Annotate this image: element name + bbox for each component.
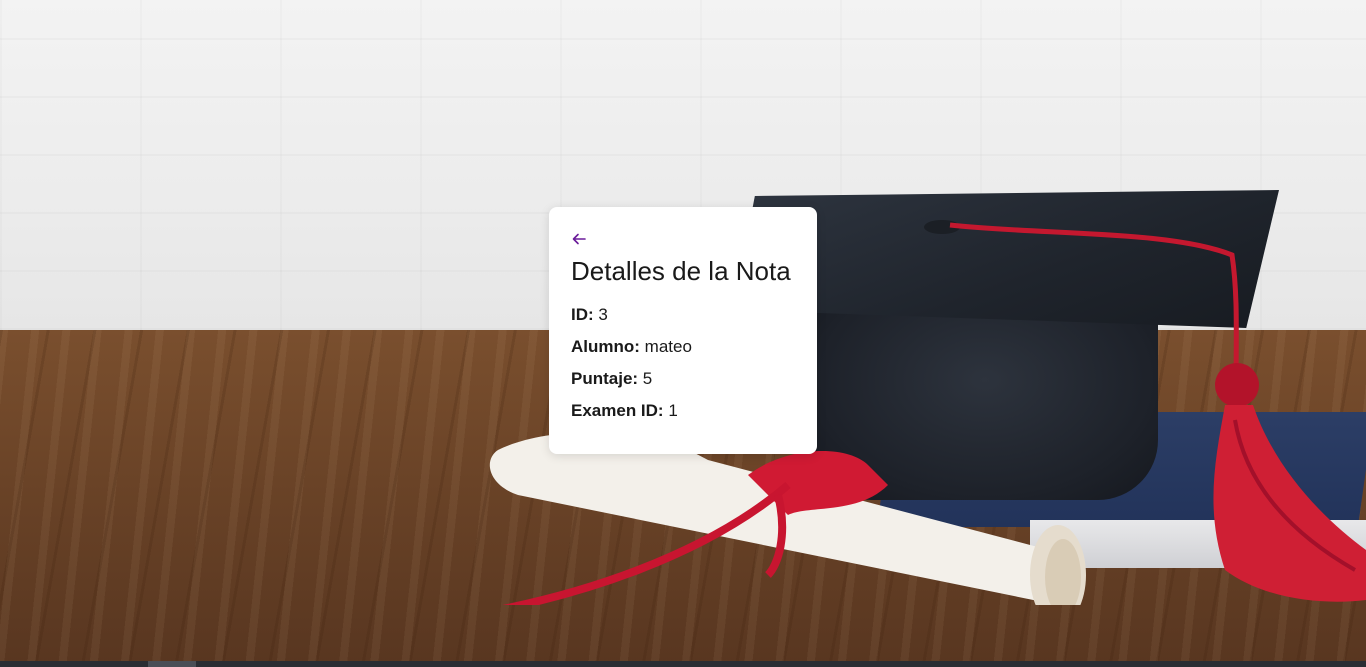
- detail-row-id: ID: 3: [571, 304, 795, 326]
- detail-row-student: Alumno: mateo: [571, 336, 795, 358]
- detail-label-id: ID:: [571, 305, 594, 324]
- horizontal-scrollbar[interactable]: [0, 661, 1366, 667]
- scrollbar-thumb[interactable]: [148, 661, 196, 667]
- note-details-card: Detalles de la Nota ID: 3 Alumno: mateo …: [549, 207, 817, 454]
- graduation-cap-tassel: [1213, 363, 1366, 602]
- detail-label-student: Alumno:: [571, 337, 640, 356]
- detail-value-score: 5: [642, 369, 653, 388]
- detail-value-exam-id: 1: [668, 401, 678, 420]
- detail-row-score: Puntaje: 5: [571, 368, 795, 390]
- detail-label-exam-id: Examen ID:: [571, 401, 664, 420]
- back-button[interactable]: [571, 231, 587, 247]
- detail-value-student: mateo: [644, 337, 692, 356]
- graduation-cap-cord: [924, 220, 1239, 396]
- detail-row-exam-id: Examen ID: 1: [571, 400, 795, 422]
- card-title: Detalles de la Nota: [571, 256, 791, 286]
- arrow-left-icon: [572, 233, 586, 245]
- detail-label-score: Puntaje:: [571, 369, 639, 388]
- detail-value-id: 3: [598, 305, 608, 324]
